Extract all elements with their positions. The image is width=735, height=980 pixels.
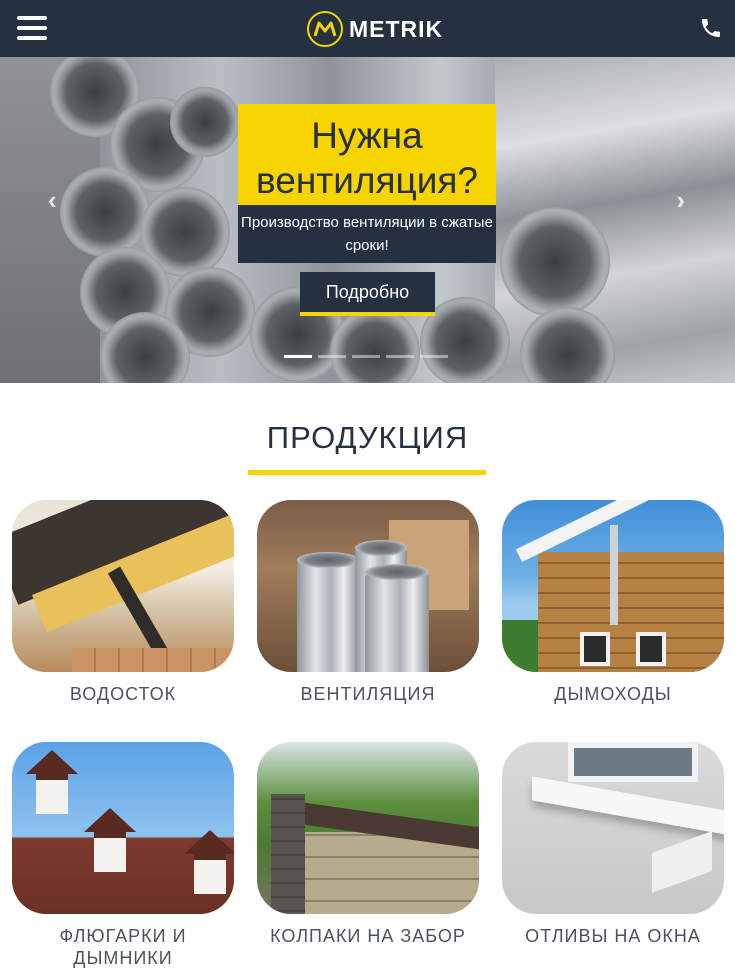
window-shape	[636, 632, 666, 666]
hamburger-menu-icon[interactable]	[17, 16, 47, 40]
hero-subtitle: Производство вентиляции в сжатые сроки!	[238, 205, 496, 263]
product-card-gutter[interactable]: ВОДОСТОК	[12, 500, 234, 705]
hero-title-line: вентиляция?	[256, 160, 478, 201]
product-label[interactable]: ОТЛИВЫ НА ОКНА	[502, 925, 724, 947]
hero-pipe	[170, 87, 240, 157]
sill-board-shape	[532, 776, 724, 836]
hero-slider[interactable]: ‹ › Нужна вентиляция? Производство венти…	[0, 57, 735, 383]
product-card-fence-caps[interactable]: КОЛПАКИ НА ЗАБОР	[257, 742, 479, 947]
product-image	[12, 742, 234, 914]
sill-edge-shape	[652, 831, 712, 893]
product-label[interactable]: ВОДОСТОК	[12, 683, 234, 705]
burger-line	[17, 26, 47, 30]
product-label[interactable]: ФЛЮГАРКИ И ДЫМНИКИ	[12, 925, 234, 969]
fence-post-shape	[271, 794, 305, 914]
product-card-caps[interactable]: ФЛЮГАРКИ И ДЫМНИКИ	[12, 742, 234, 969]
window-shape	[580, 632, 610, 666]
vent-tube-shape	[297, 552, 359, 672]
cap-roof	[84, 808, 136, 832]
chimney-cap-shape	[26, 750, 78, 830]
product-image	[257, 742, 479, 914]
product-image	[502, 500, 724, 672]
cap-body	[194, 854, 226, 894]
brand-name: METRIK	[349, 15, 444, 42]
site-logo[interactable]: METRIK	[307, 10, 443, 48]
phone-icon[interactable]	[699, 16, 723, 40]
hero-title-line: Нужна	[311, 115, 423, 156]
chevron-left-icon[interactable]: ‹	[48, 185, 57, 216]
metrik-m-logo-icon	[307, 11, 343, 47]
slider-pagination	[284, 355, 448, 358]
cap-body	[94, 832, 126, 872]
product-card-chimney[interactable]: ДЫМОХОДЫ	[502, 500, 724, 705]
chimney-pipe-shape	[610, 525, 618, 625]
product-label[interactable]: ДЫМОХОДЫ	[502, 683, 724, 705]
cap-roof	[184, 830, 234, 854]
chimney-cap-shape	[184, 830, 234, 910]
brick-wall-shape	[72, 648, 234, 672]
cap-body	[36, 774, 68, 814]
slider-dot[interactable]	[420, 355, 448, 358]
product-image	[12, 500, 234, 672]
slider-dot[interactable]	[352, 355, 380, 358]
hero-details-button[interactable]: Подробно	[300, 272, 435, 316]
product-image	[257, 500, 479, 672]
hero-pipe	[330, 307, 420, 383]
window-shape	[568, 742, 698, 782]
product-card-window-sills[interactable]: ОТЛИВЫ НА ОКНА	[502, 742, 724, 947]
slider-dot[interactable]	[386, 355, 414, 358]
log-house-shape	[538, 552, 724, 672]
product-label[interactable]: КОЛПАКИ НА ЗАБОР	[257, 925, 479, 947]
product-label[interactable]: ВЕНТИЛЯЦИЯ	[257, 683, 479, 705]
top-header: METRIK	[0, 0, 735, 57]
product-card-ventilation[interactable]: ВЕНТИЛЯЦИЯ	[257, 500, 479, 705]
slider-dot[interactable]	[318, 355, 346, 358]
hero-pipe	[60, 167, 150, 257]
vent-tube-shape	[365, 564, 429, 672]
slider-dot[interactable]	[284, 355, 312, 358]
section-title-underline	[248, 470, 486, 475]
section-title: ПРОДУКЦИЯ	[266, 420, 469, 455]
chevron-right-icon[interactable]: ›	[676, 185, 685, 216]
burger-line	[17, 16, 47, 20]
cap-roof	[26, 750, 78, 774]
burger-line	[17, 36, 47, 40]
chimney-cap-shape	[84, 808, 136, 888]
hero-pipe	[500, 207, 610, 317]
product-image	[502, 742, 724, 914]
